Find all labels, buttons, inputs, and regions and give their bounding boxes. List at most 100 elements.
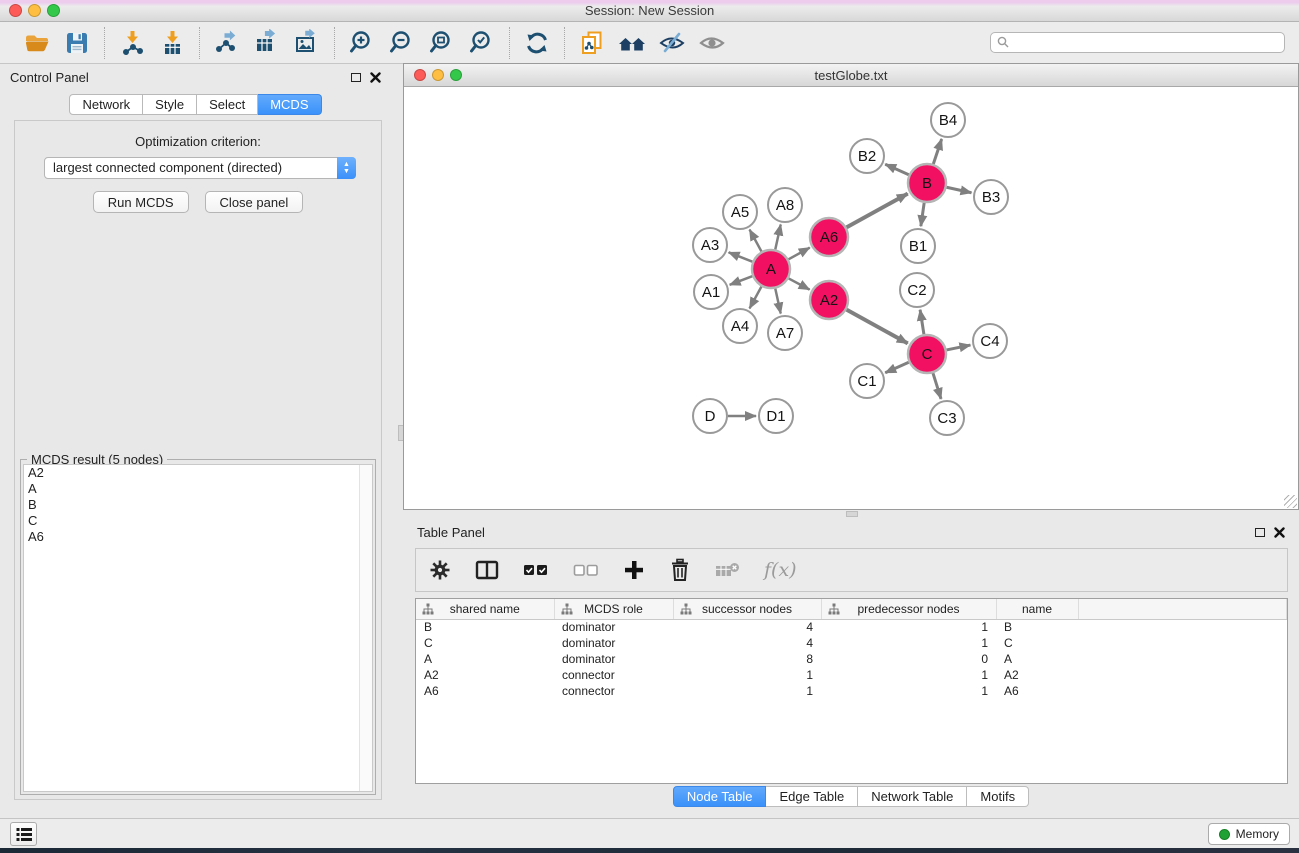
graph-edge-A-A7[interactable] [775,289,780,314]
table-row[interactable]: Cdominator41C [416,635,1287,651]
graph-edge-A-A6[interactable] [789,248,810,260]
tab-style[interactable]: Style [143,94,197,115]
table-cell[interactable]: 1 [821,683,996,699]
mcds-result-item[interactable]: B [24,497,372,513]
close-table-panel-icon[interactable] [1274,527,1285,538]
select-all-columns-button[interactable] [522,556,550,584]
graph-edge-C-C3[interactable] [933,373,941,399]
zoom-in-button[interactable] [345,27,379,59]
run-mcds-button[interactable]: Run MCDS [93,191,189,213]
search-input[interactable] [990,32,1285,53]
table-cell[interactable]: A [996,651,1078,667]
table-cell[interactable]: dominator [554,635,673,651]
table-cell[interactable]: A2 [416,667,554,683]
show-task-history-button[interactable] [10,822,37,846]
close-panel-icon[interactable] [370,72,381,83]
table-cell[interactable]: B [996,619,1078,635]
table-row[interactable]: Adominator80A [416,651,1287,667]
zoom-fit-button[interactable] [425,27,459,59]
table-cell[interactable]: 1 [821,635,996,651]
mcds-result-item[interactable]: C [24,513,372,529]
export-table-button[interactable] [250,27,284,59]
open-session-button[interactable] [20,27,54,59]
delete-table-button[interactable] [714,556,742,584]
graph-edge-A-A2[interactable] [789,278,810,289]
table-cell[interactable]: 1 [673,683,821,699]
graph-edge-C-C1[interactable] [885,362,909,373]
table-row[interactable]: A2connector11A2 [416,667,1287,683]
table-cell[interactable]: A [416,651,554,667]
table-cell[interactable]: dominator [554,619,673,635]
tab-network-table[interactable]: Network Table [858,786,967,807]
table-cell[interactable]: 0 [821,651,996,667]
delete-column-button[interactable] [668,556,692,584]
column-header-predecessor-nodes[interactable]: predecessor nodes [821,599,996,619]
graph-edge-B-B2[interactable] [885,164,909,175]
table-cell[interactable]: 8 [673,651,821,667]
float-table-panel-icon[interactable] [1255,528,1265,537]
tab-edge-table[interactable]: Edge Table [766,786,858,807]
mcds-result-item[interactable]: A [24,481,372,497]
table-cell[interactable]: connector [554,667,673,683]
zoom-selected-button[interactable] [465,27,499,59]
table-row[interactable]: Bdominator41B [416,619,1287,635]
export-network-button[interactable] [210,27,244,59]
close-panel-button[interactable]: Close panel [205,191,304,213]
graph-edge-C-C2[interactable] [920,310,924,334]
refresh-button[interactable] [520,27,554,59]
unselect-all-columns-button[interactable] [572,556,600,584]
column-layout-button[interactable] [474,556,500,584]
graph-edge-A-A1[interactable] [730,276,753,285]
graph-edge-A2-C[interactable] [847,310,908,344]
column-header-name[interactable]: name [996,599,1078,619]
column-header-shared-name[interactable]: shared name [416,599,554,619]
graph-edge-C-C4[interactable] [947,345,971,350]
zoom-window-button[interactable] [47,4,60,17]
import-network-button[interactable] [115,27,149,59]
graph-edge-A-A5[interactable] [750,230,762,252]
mcds-result-list[interactable]: A2ABCA6 [23,464,373,792]
mcds-result-item[interactable]: A6 [24,529,372,545]
vertical-splitter-handle[interactable] [846,511,858,517]
table-cell[interactable]: 1 [821,619,996,635]
graph-edge-B-B3[interactable] [947,187,972,192]
column-header-successor-nodes[interactable]: successor nodes [673,599,821,619]
graph-edge-A-A8[interactable] [775,225,780,250]
graph-edge-B-B4[interactable] [933,139,941,164]
tab-select[interactable]: Select [197,94,258,115]
network-close-button[interactable] [414,69,426,81]
minimize-window-button[interactable] [28,4,41,17]
table-cell[interactable]: A2 [996,667,1078,683]
show-graphics-details-button[interactable] [695,27,729,59]
hide-graphics-details-button[interactable] [655,27,689,59]
table-cell[interactable]: dominator [554,651,673,667]
tab-network[interactable]: Network [69,94,143,115]
column-header-MCDS-role[interactable]: MCDS role [554,599,673,619]
import-table-button[interactable] [155,27,189,59]
table-cell[interactable]: 1 [821,667,996,683]
network-minimize-button[interactable] [432,69,444,81]
tab-mcds[interactable]: MCDS [258,94,321,115]
save-session-button[interactable] [60,27,94,59]
graph-edge-A-A3[interactable] [729,252,753,261]
mcds-result-item[interactable]: A2 [24,465,372,481]
network-zoom-button[interactable] [450,69,462,81]
table-cell[interactable]: 4 [673,619,821,635]
export-image-button[interactable] [290,27,324,59]
table-cell[interactable]: B [416,619,554,635]
zoom-out-button[interactable] [385,27,419,59]
new-network-from-selection-button[interactable] [575,27,609,59]
tab-motifs[interactable]: Motifs [967,786,1029,807]
graph-edge-B-B1[interactable] [921,203,924,226]
network-window-titlebar[interactable]: testGlobe.txt [404,64,1298,87]
table-cell[interactable]: C [996,635,1078,651]
add-column-button[interactable] [622,556,646,584]
table-cell[interactable]: 4 [673,635,821,651]
table-cell[interactable]: A6 [996,683,1078,699]
tab-node-table[interactable]: Node Table [673,786,767,807]
graph-edge-A6-B[interactable] [847,194,908,228]
graph-edge-A-A4[interactable] [750,287,762,309]
table-cell[interactable]: C [416,635,554,651]
result-scrollbar[interactable] [359,465,372,791]
table-cell[interactable]: 1 [673,667,821,683]
